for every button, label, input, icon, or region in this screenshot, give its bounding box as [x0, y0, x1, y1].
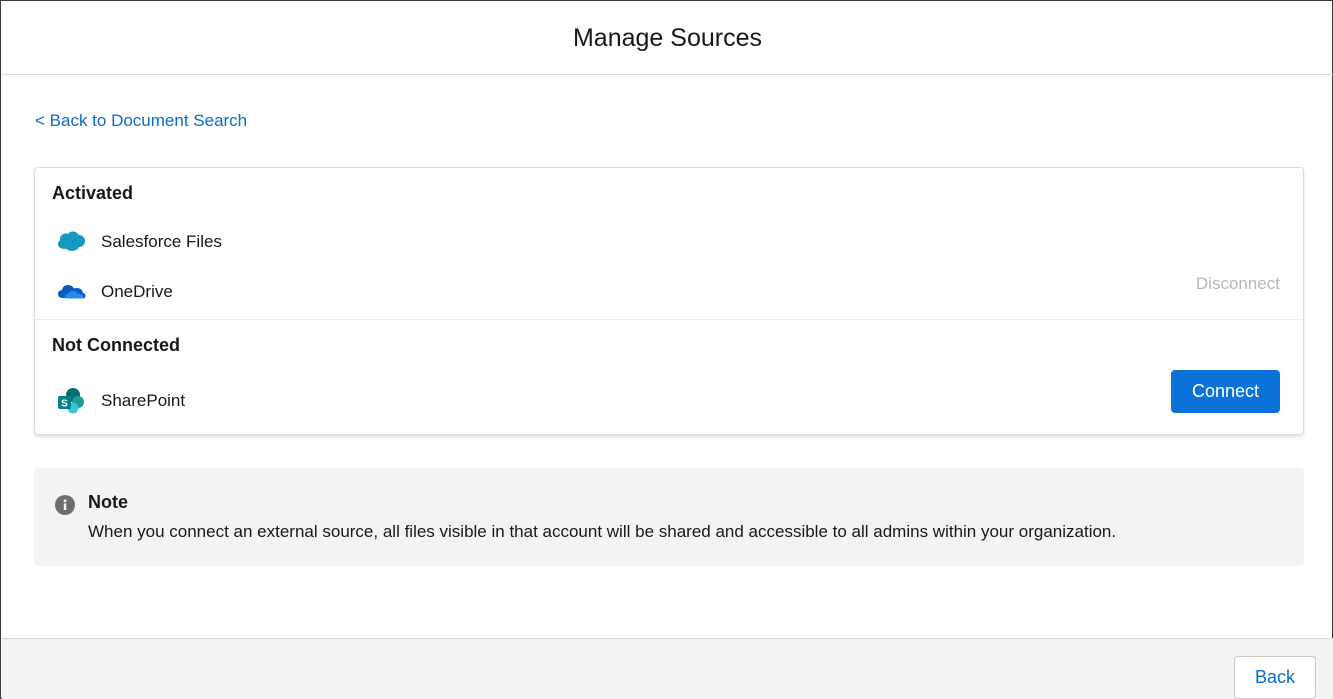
not-connected-section-title: Not Connected [52, 335, 180, 355]
dialog-footer: Back [2, 638, 1333, 699]
connect-button[interactable]: Connect [1171, 370, 1280, 413]
source-row-salesforce-files: Salesforce Files [35, 220, 1303, 264]
onedrive-icon [55, 278, 87, 306]
salesforce-cloud-icon [55, 228, 87, 256]
note-text: When you connect an external source, all… [88, 522, 1117, 541]
back-to-document-search-link[interactable]: < Back to Document Search [35, 111, 247, 131]
section-divider [35, 319, 1303, 320]
activated-section-title: Activated [52, 183, 134, 203]
source-name: Salesforce Files [101, 232, 222, 251]
source-row-onedrive: OneDrive [35, 270, 1303, 314]
page-title: Manage Sources [572, 23, 762, 52]
sources-card: Activated Salesforce Files OneDrive Disc… [34, 167, 1304, 435]
back-button[interactable]: Back [1234, 656, 1316, 699]
svg-text:S: S [61, 399, 68, 410]
info-icon [55, 495, 75, 515]
manage-sources-dialog: Manage Sources < Back to Document Search… [0, 0, 1333, 699]
source-row-sharepoint: S SharePoint [35, 379, 1303, 423]
dialog-header: Manage Sources [2, 2, 1333, 75]
source-name: SharePoint [101, 391, 186, 410]
note-box: Note When you connect an external source… [34, 468, 1304, 566]
note-title: Note [88, 492, 128, 512]
sharepoint-icon: S [55, 387, 87, 415]
disconnect-button[interactable]: Disconnect [1196, 274, 1280, 294]
source-name: OneDrive [101, 282, 173, 301]
